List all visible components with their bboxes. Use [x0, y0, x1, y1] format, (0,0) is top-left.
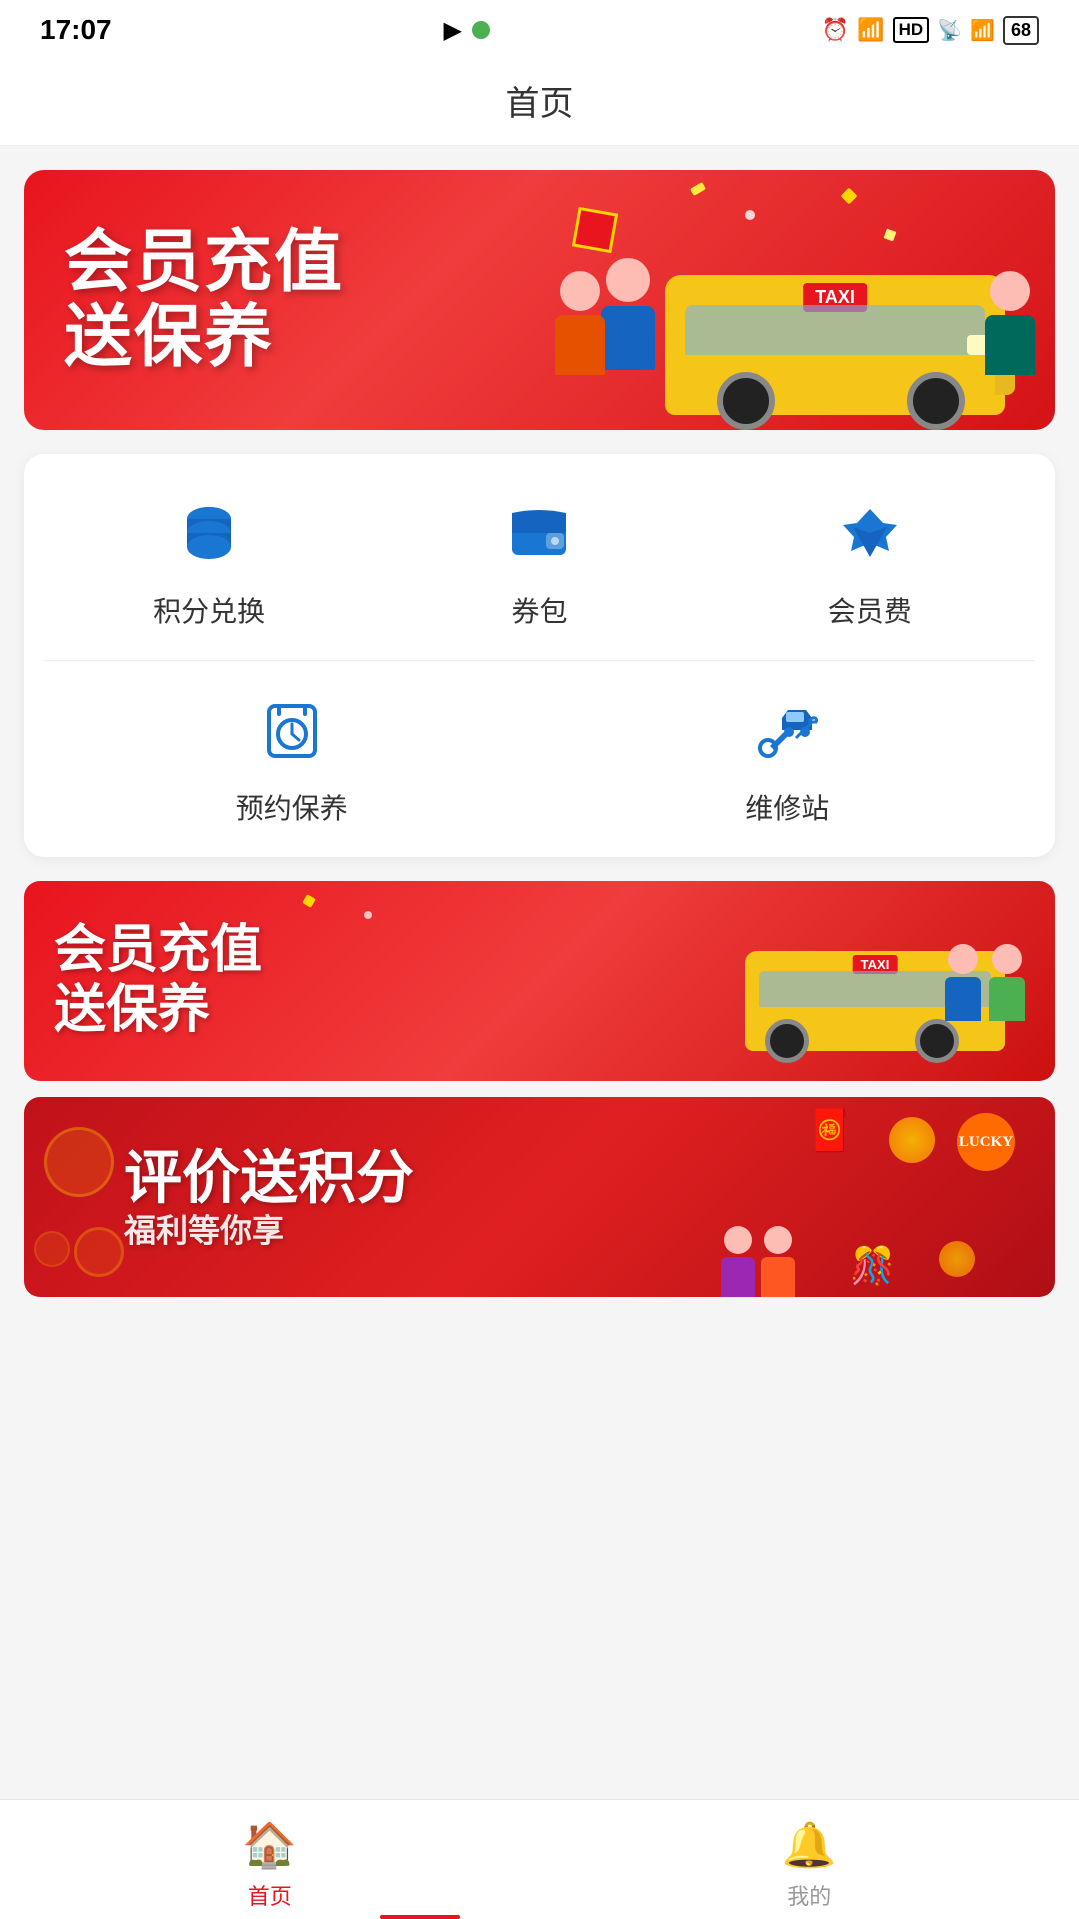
promo-people [945, 944, 1025, 1021]
services-row-2: 预约保养 维修站 [44, 681, 1035, 837]
status-bar: 17:07 ▶ ⏰ 📶 HD 📡 📶 68 [0, 0, 1079, 60]
promo-section: 会员充值 送保养 TAXI [0, 881, 1079, 1317]
lucky-badge: LUCKY [957, 1113, 1015, 1171]
service-maintenance[interactable]: 预约保养 [222, 691, 362, 827]
battery-level: 68 [1011, 20, 1031, 41]
wallet-label: 券包 [511, 590, 567, 630]
home-label: 首页 [248, 1879, 292, 1911]
lantern-2: 🎊 [850, 1245, 895, 1287]
promo-confetti-1 [302, 894, 316, 908]
signal-icon: 📡 [937, 18, 962, 43]
banner-text: 会员充值 送保养 [24, 195, 1055, 405]
status-icons: ⏰ 📶 HD 📡 📶 68 [822, 16, 1039, 45]
points-label: 积分兑换 [153, 590, 265, 630]
alarm-icon: ⏰ [822, 17, 849, 43]
mine-icon: 🔔 [782, 1819, 837, 1871]
promo-1-text: 会员充值 送保养 [54, 921, 262, 1041]
coin-1 [889, 1117, 935, 1163]
services-row-1: 积分兑换 券包 [44, 494, 1035, 661]
main-banner-section: 会员充值 送保养 TAXI [0, 146, 1079, 454]
membership-label: 会员费 [828, 590, 912, 630]
nav-mine[interactable]: 🔔 我的 [540, 1809, 1079, 1911]
lantern-1: 🧧 [805, 1107, 855, 1154]
repair-label: 维修站 [745, 787, 829, 827]
deco-circle-2 [74, 1227, 124, 1277]
deco-circle-3 [34, 1231, 70, 1267]
promo-2-text: 评价送积分 福利等你享 [124, 1145, 414, 1248]
promo-wheel-r [915, 1019, 959, 1063]
wifi-icon: 📶 [857, 17, 884, 43]
main-banner[interactable]: 会员充值 送保养 TAXI [24, 170, 1055, 430]
service-repair[interactable]: 维修站 [717, 691, 857, 827]
wallet-icon [499, 494, 579, 574]
promo-banner-1[interactable]: 会员充值 送保养 TAXI [24, 881, 1055, 1081]
deco-circle-1 [44, 1127, 114, 1197]
battery-container: 68 [1003, 16, 1039, 45]
home-icon: 🏠 [242, 1819, 297, 1871]
media-icon: ▶ [443, 16, 461, 45]
bottom-nav: 🏠 首页 🔔 我的 [0, 1799, 1079, 1919]
coin-2 [939, 1241, 975, 1277]
activity-icon [472, 21, 490, 39]
nav-active-indicator [380, 1915, 460, 1919]
promo-1-car: TAXI [745, 911, 1025, 1071]
services-card: 积分兑换 券包 [24, 454, 1055, 857]
repair-icon [747, 691, 827, 771]
maintenance-label: 预约保养 [236, 787, 348, 827]
page-bottom [0, 1317, 1079, 1457]
promo-banner-2[interactable]: 评价送积分 福利等你享 LUCKY 🧧 🎊 [24, 1097, 1055, 1297]
membership-icon [830, 494, 910, 574]
promo-confetti-2 [364, 911, 372, 919]
maintenance-icon [252, 691, 332, 771]
service-membership[interactable]: 会员费 [800, 494, 940, 630]
mine-label: 我的 [787, 1879, 831, 1911]
signal-bars: 📶 [970, 18, 995, 43]
service-points[interactable]: 积分兑换 [139, 494, 279, 630]
status-time: 17:07 [40, 14, 112, 46]
hd-badge: HD [893, 17, 930, 43]
nav-home[interactable]: 🏠 首页 [0, 1809, 540, 1911]
page-title: 首页 [506, 85, 574, 123]
promo-2-people [721, 1226, 795, 1297]
promo-wheel-l [765, 1019, 809, 1063]
points-icon [169, 494, 249, 574]
banner-main-title: 会员充值 送保养 [64, 225, 1015, 375]
service-wallet[interactable]: 券包 [469, 494, 609, 630]
page-header: 首页 [0, 60, 1079, 146]
notch-icons: ▶ [443, 16, 489, 45]
